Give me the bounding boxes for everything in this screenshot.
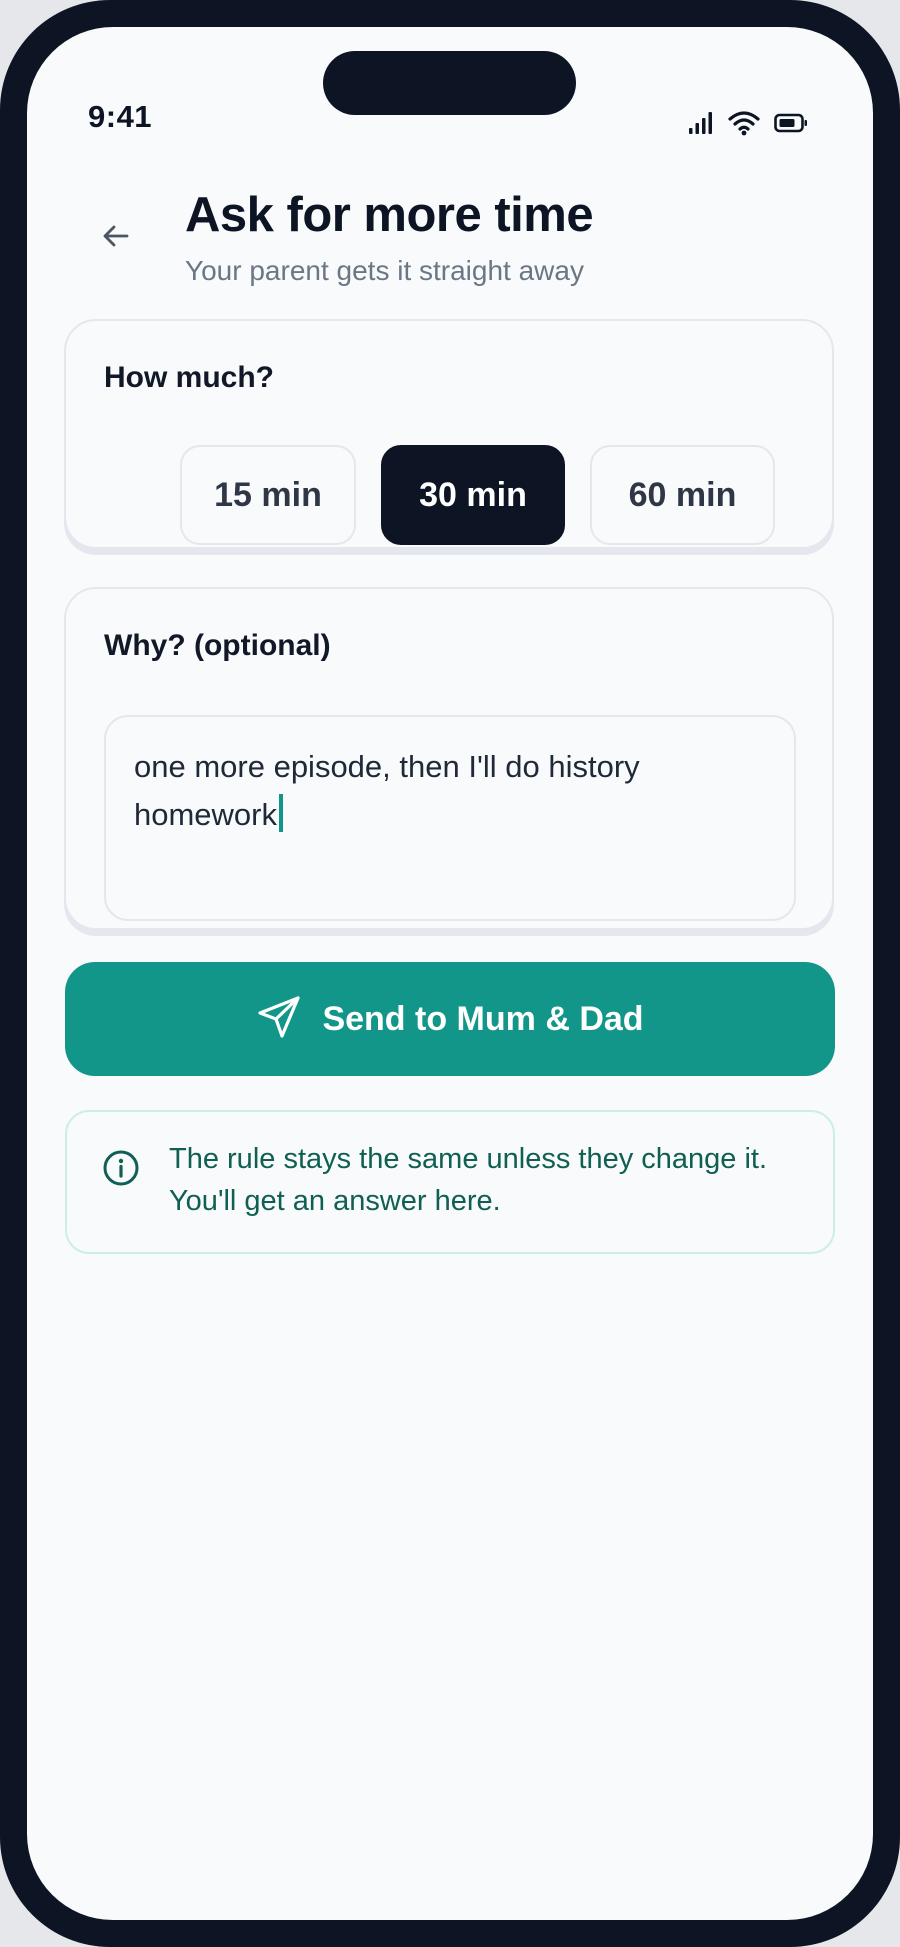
wifi-icon xyxy=(728,110,760,141)
page-subtitle: Your parent gets it straight away xyxy=(185,255,584,286)
reason-input[interactable]: one more episode, then I'll do history h… xyxy=(104,715,796,921)
text-caret xyxy=(279,794,283,832)
phone-frame: 9:41 Ask for more time Your parent gets … xyxy=(0,0,900,1947)
app-screen: 9:41 Ask for more time Your parent gets … xyxy=(27,27,873,1920)
amount-card: How much? 15 min 30 min 60 min xyxy=(64,319,834,549)
paper-plane-icon xyxy=(256,994,302,1045)
reason-label: Why? (optional) xyxy=(104,629,331,662)
reason-text: one more episode, then I'll do history h… xyxy=(134,749,640,832)
dynamic-island xyxy=(323,51,576,115)
amount-option-15[interactable]: 15 min xyxy=(180,445,356,545)
send-button-label: Send to Mum & Dad xyxy=(322,999,644,1038)
info-note: The rule stays the same unless they chan… xyxy=(65,1110,835,1254)
status-time: 9:41 xyxy=(88,99,153,134)
status-icons xyxy=(688,110,808,141)
arrow-left-icon xyxy=(100,220,132,257)
battery-icon xyxy=(774,113,808,138)
send-button[interactable]: Send to Mum & Dad xyxy=(65,962,835,1076)
info-icon xyxy=(101,1148,141,1188)
page-title: Ask for more time xyxy=(185,188,594,242)
cellular-signal-icon xyxy=(688,110,714,141)
reason-card: Why? (optional) one more episode, then I… xyxy=(64,587,834,930)
amount-option-60[interactable]: 60 min xyxy=(590,445,775,545)
info-text: The rule stays the same unless they chan… xyxy=(169,1143,768,1217)
amount-option-30[interactable]: 30 min xyxy=(381,445,565,545)
amount-label: How much? xyxy=(104,361,274,394)
back-button[interactable] xyxy=(91,213,141,263)
